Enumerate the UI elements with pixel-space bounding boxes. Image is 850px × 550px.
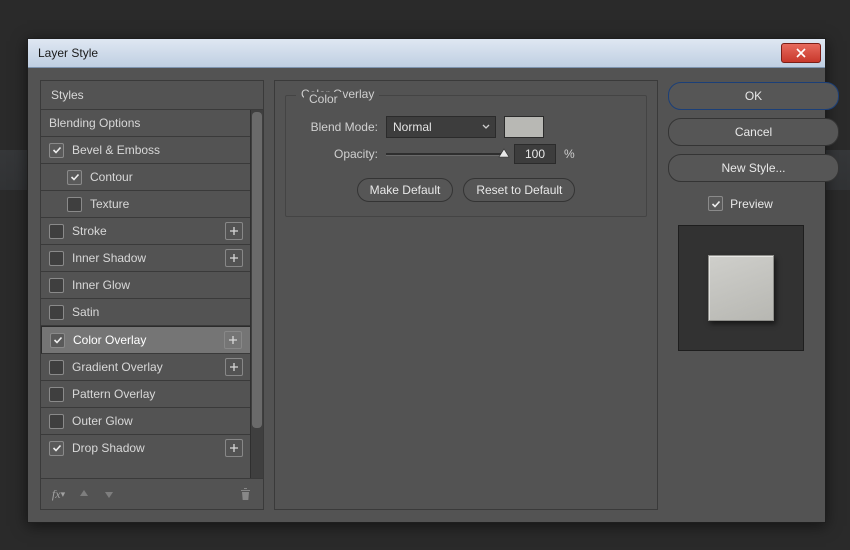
styles-scroll: Blending Options Bevel & Emboss Contour Tex…: [41, 110, 263, 478]
scrollbar-thumb[interactable]: [252, 112, 262, 428]
style-row-blending[interactable]: Blending Options: [41, 110, 251, 137]
style-label: Gradient Overlay: [72, 360, 221, 374]
style-row-innershadow[interactable]: Inner Shadow: [41, 245, 251, 272]
opacity-label: Opacity:: [298, 147, 378, 161]
trash-icon[interactable]: [238, 487, 253, 502]
move-down-icon[interactable]: [101, 487, 116, 502]
checkbox-stroke[interactable]: [49, 224, 64, 239]
new-style-button[interactable]: New Style...: [668, 154, 839, 182]
blend-mode-select[interactable]: Normal: [386, 116, 496, 138]
chevron-down-icon: [482, 123, 490, 131]
checkbox-innershadow[interactable]: [49, 251, 64, 266]
layer-style-dialog: Layer Style Styles Blending Options Bevel…: [27, 38, 826, 523]
style-row-gradientoverlay[interactable]: Gradient Overlay: [41, 354, 251, 381]
style-row-innerglow[interactable]: Inner Glow: [41, 272, 251, 299]
opacity-unit: %: [564, 147, 575, 161]
add-instance-button[interactable]: [225, 222, 243, 240]
row-blend-mode: Blend Mode: Normal: [298, 116, 634, 138]
blend-mode-label: Blend Mode:: [298, 120, 378, 134]
blend-mode-value: Normal: [393, 120, 432, 134]
close-button[interactable]: [781, 43, 821, 63]
checkbox-texture[interactable]: [67, 197, 82, 212]
checkbox-innerglow[interactable]: [49, 278, 64, 293]
add-instance-button[interactable]: [225, 358, 243, 376]
add-instance-button[interactable]: [225, 439, 243, 457]
style-label: Color Overlay: [73, 333, 220, 347]
scrollbar[interactable]: [250, 110, 263, 478]
style-label: Pattern Overlay: [72, 387, 243, 401]
style-row-bevel[interactable]: Bevel & Emboss: [41, 137, 251, 164]
style-row-outerglow[interactable]: Outer Glow: [41, 408, 251, 435]
color-swatch[interactable]: [504, 116, 544, 138]
style-label: Satin: [72, 305, 243, 319]
row-opacity: Opacity: 100 %: [298, 144, 634, 164]
move-up-icon[interactable]: [76, 487, 91, 502]
add-instance-button[interactable]: [224, 331, 242, 349]
checkbox-gradientoverlay[interactable]: [49, 360, 64, 375]
add-instance-button[interactable]: [225, 249, 243, 267]
dialog-body: Styles Blending Options Bevel & Emboss Con…: [28, 68, 825, 522]
style-label: Stroke: [72, 224, 221, 238]
style-label: Texture: [90, 197, 243, 211]
inner-title: Color: [304, 92, 343, 106]
close-icon: [796, 48, 806, 58]
style-label: Blending Options: [49, 116, 243, 130]
style-row-dropshadow[interactable]: Drop Shadow: [41, 435, 251, 461]
styles-panel: Styles Blending Options Bevel & Emboss Con…: [40, 80, 264, 510]
style-label: Inner Glow: [72, 278, 243, 292]
style-label: Bevel & Emboss: [72, 143, 243, 157]
opacity-slider[interactable]: [386, 145, 506, 163]
fx-icon[interactable]: fx▾: [51, 487, 66, 502]
ok-button[interactable]: OK: [668, 82, 839, 110]
preview-row[interactable]: Preview: [668, 196, 813, 211]
style-row-patternoverlay[interactable]: Pattern Overlay: [41, 381, 251, 408]
style-label: Outer Glow: [72, 414, 243, 428]
window-title: Layer Style: [38, 46, 781, 60]
checkbox-satin[interactable]: [49, 305, 64, 320]
preview-box: [678, 225, 804, 351]
settings-panel: Color Overlay Color Blend Mode: Normal O…: [274, 80, 658, 510]
preview-checkbox[interactable]: [708, 196, 723, 211]
preview-label: Preview: [730, 197, 773, 211]
checkbox-coloroverlay[interactable]: [50, 333, 65, 348]
checkbox-patternoverlay[interactable]: [49, 387, 64, 402]
style-row-stroke[interactable]: Stroke: [41, 218, 251, 245]
style-row-texture[interactable]: Texture: [41, 191, 251, 218]
styles-header[interactable]: Styles: [41, 81, 263, 110]
defaults-row: Make Default Reset to Default: [298, 178, 634, 202]
style-label: Inner Shadow: [72, 251, 221, 265]
style-row-satin[interactable]: Satin: [41, 299, 251, 326]
actions-panel: OK Cancel New Style... Preview: [668, 80, 813, 510]
style-label: Contour: [90, 170, 243, 184]
checkbox-contour[interactable]: [67, 170, 82, 185]
group-color-overlay: Color Overlay Color Blend Mode: Normal O…: [285, 95, 647, 217]
styles-footer: fx▾: [41, 478, 263, 509]
checkbox-outerglow[interactable]: [49, 414, 64, 429]
style-row-contour[interactable]: Contour: [41, 164, 251, 191]
make-default-button[interactable]: Make Default: [357, 178, 454, 202]
cancel-button[interactable]: Cancel: [668, 118, 839, 146]
slider-knob-icon[interactable]: [498, 148, 510, 160]
preview-tile: [708, 255, 774, 321]
style-label: Drop Shadow: [72, 441, 221, 455]
reset-default-button[interactable]: Reset to Default: [463, 178, 575, 202]
checkbox-bevel[interactable]: [49, 143, 64, 158]
checkbox-dropshadow[interactable]: [49, 441, 64, 456]
group-color-inner: Color Blend Mode: Normal Opacity:: [294, 106, 638, 204]
opacity-input[interactable]: 100: [514, 144, 556, 164]
style-row-coloroverlay[interactable]: Color Overlay: [41, 326, 251, 354]
titlebar[interactable]: Layer Style: [28, 39, 825, 68]
